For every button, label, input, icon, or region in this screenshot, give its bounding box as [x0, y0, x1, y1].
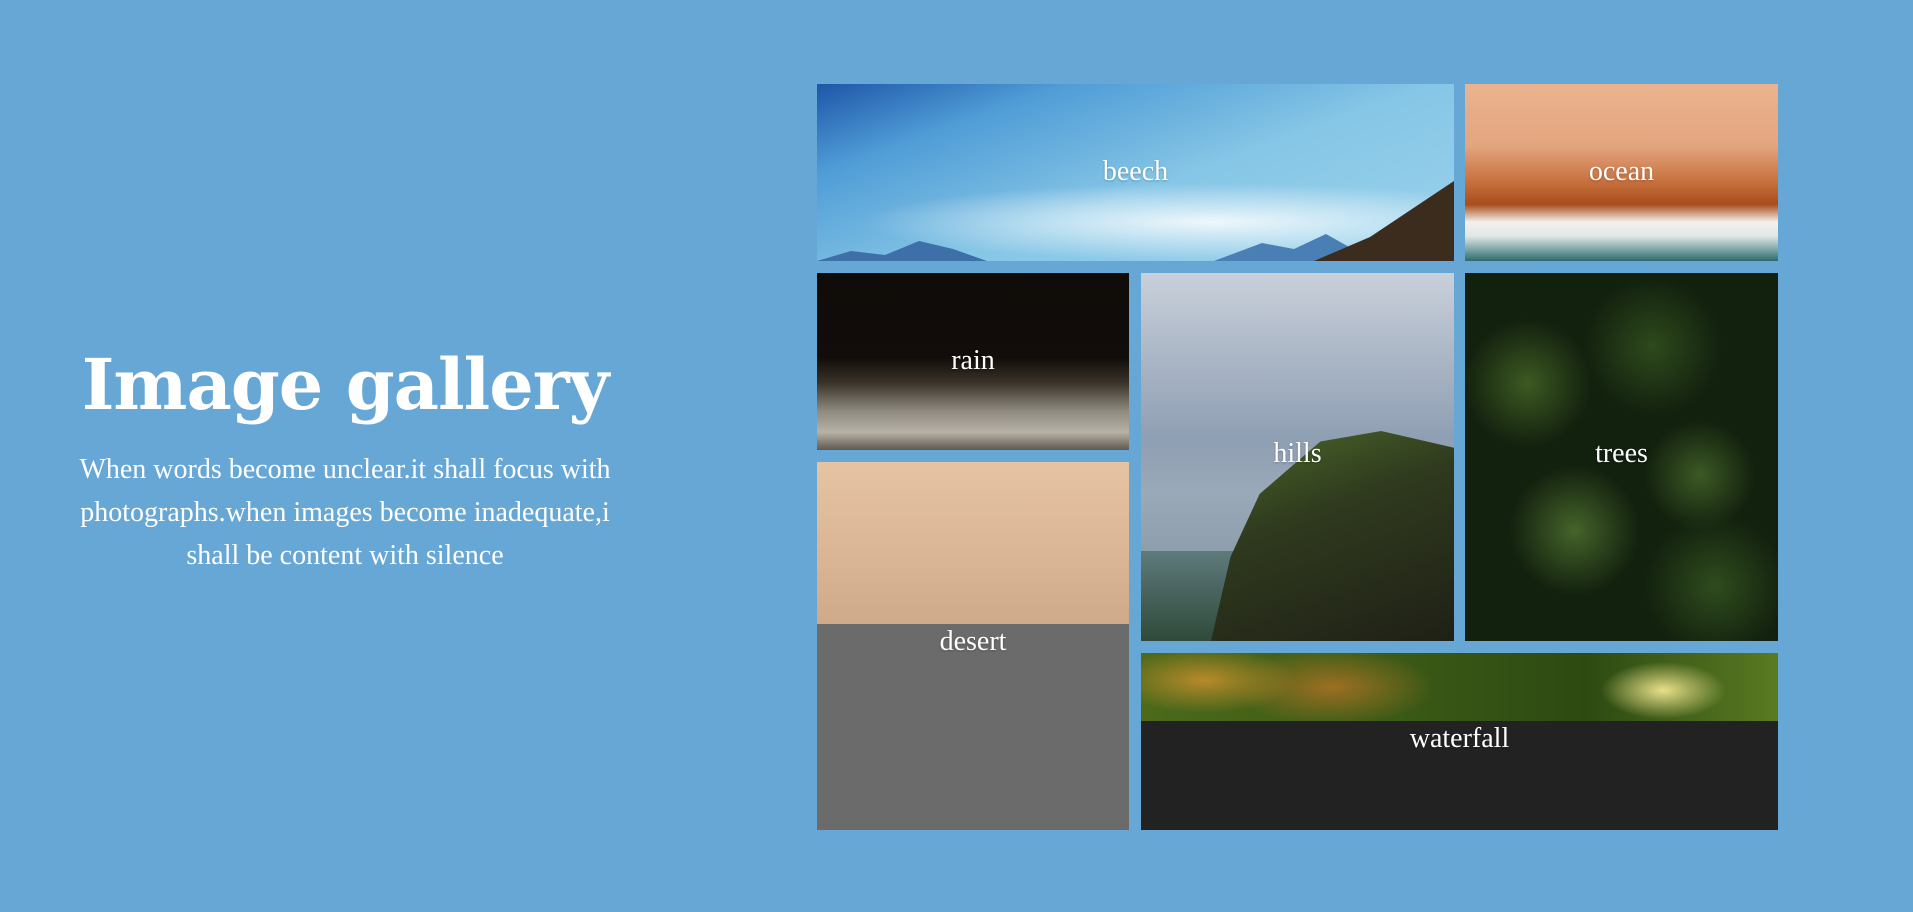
tile-label: trees [1595, 438, 1648, 469]
gallery-tile-desert[interactable]: desert [817, 462, 1129, 830]
mountain-shape [817, 241, 987, 261]
page-title: Image gallery [81, 343, 610, 426]
gallery-tile-beech[interactable]: beech [817, 84, 1454, 261]
gallery-tile-waterfall[interactable]: waterfall [1141, 653, 1778, 830]
intro-description: When words become unclear.it shall focus… [79, 454, 611, 571]
intro-section: Image gallery When words become unclear.… [55, 340, 635, 577]
gallery-tile-hills[interactable]: hills [1141, 273, 1454, 641]
gallery-tile-ocean[interactable]: ocean [1465, 84, 1778, 261]
tile-label: beech [1102, 156, 1169, 187]
tile-label: ocean [1588, 156, 1655, 187]
gallery-tile-trees[interactable]: trees [1465, 273, 1778, 641]
tile-label: hills [1273, 438, 1322, 469]
tile-label: desert [939, 626, 1007, 657]
gallery-tile-rain[interactable]: rain [817, 273, 1129, 450]
desert-image [817, 462, 1129, 624]
waterfall-image [1141, 653, 1778, 721]
tile-label: waterfall [1409, 723, 1510, 754]
tile-label: rain [951, 345, 995, 376]
